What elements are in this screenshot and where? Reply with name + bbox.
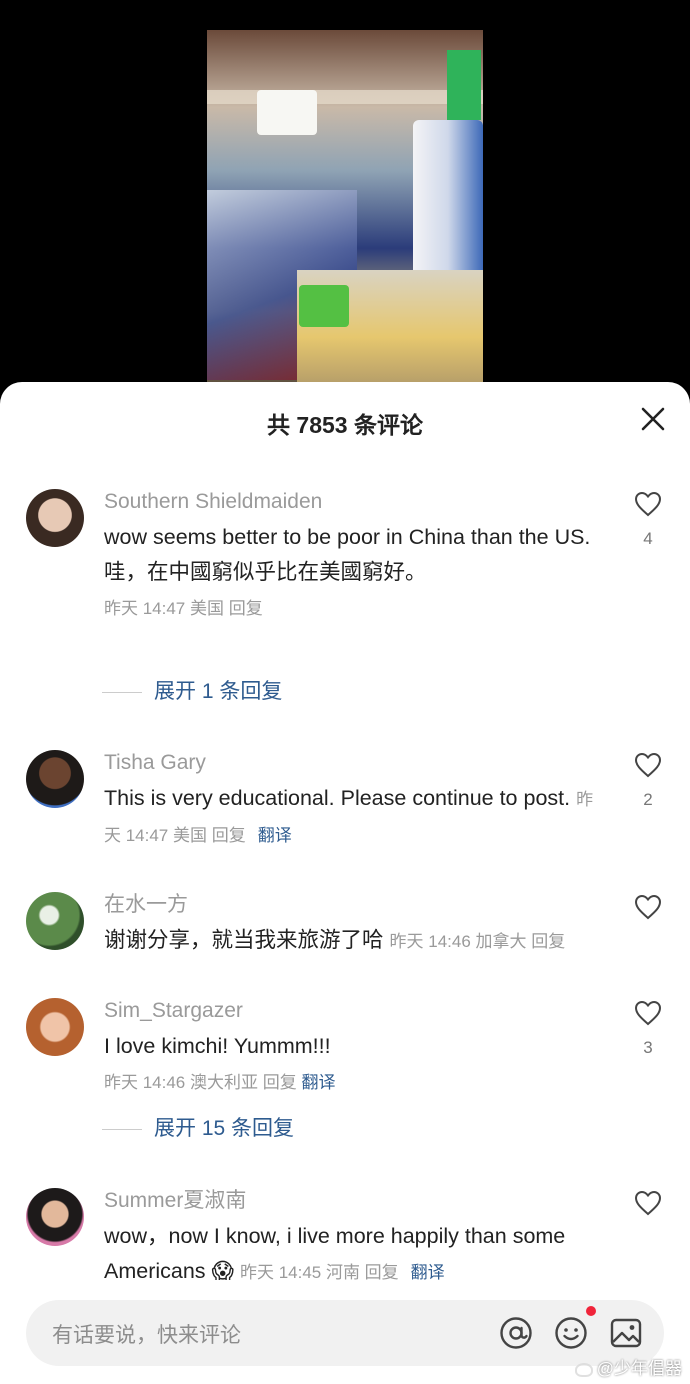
expand-replies-label: 展开 15 条回复 (154, 1117, 295, 1140)
video-qr-stand (299, 285, 349, 327)
avatar[interactable] (26, 892, 84, 950)
comment-translation: 哇，在中國窮似乎比在美國窮好。 (104, 560, 427, 584)
like-count: 4 (643, 529, 653, 548)
translate-button[interactable]: 翻译 (411, 1263, 445, 1282)
like-button[interactable]: 3 (632, 1000, 664, 1058)
comment-meta[interactable]: 昨天 14:46 澳大利亚 回复 (104, 1073, 297, 1092)
comment-meta[interactable]: 昨天 14:46 加拿大 回复 (390, 932, 566, 951)
avatar[interactable] (26, 489, 84, 547)
comment-body: Tisha Gary This is very educational. Ple… (104, 748, 604, 853)
expand-divider (102, 691, 142, 693)
comment-text: This is very educational. Please continu… (104, 786, 571, 810)
sheet-header: 共 7853 条评论 (0, 382, 690, 454)
like-count: 2 (643, 790, 653, 809)
comment-text-block: 谢谢分享，就当我来旅游了哈 昨天 14:46 加拿大 回复 (104, 923, 604, 959)
like-count: 3 (643, 1038, 653, 1057)
expand-replies-label: 展开 1 条回复 (154, 680, 283, 703)
comment-username[interactable]: Summer夏淑南 (104, 1186, 604, 1216)
comment-count-title: 共 7853 条评论 (267, 412, 423, 438)
like-button[interactable] (632, 1190, 664, 1216)
comment-input-placeholder[interactable]: 有话要说，快来评论 (52, 1319, 241, 1349)
like-button[interactable] (632, 894, 664, 920)
comment-meta[interactable]: 昨天 14:47 美国 回复 (104, 596, 604, 622)
comment-input-bar[interactable]: 有话要说，快来评论 (26, 1300, 664, 1366)
like-button[interactable]: 2 (632, 752, 664, 810)
image-icon[interactable] (608, 1315, 644, 1351)
expand-replies[interactable]: 展开 15 条回复 (102, 1112, 294, 1142)
video-qr-sign (447, 50, 481, 120)
video-shelf (207, 90, 483, 104)
comment-text: wow seems better to be poor in China tha… (104, 525, 591, 549)
translate-button[interactable]: 翻译 (258, 826, 292, 845)
heart-icon (634, 752, 662, 778)
comment-text-block: This is very educational. Please continu… (104, 781, 604, 853)
heart-icon (634, 1000, 662, 1026)
comment-body: Sim_Stargazer I love kimchi! Yummm!!! 昨天… (104, 996, 604, 1096)
close-icon[interactable] (638, 404, 668, 434)
comment-meta-row: 昨天 14:46 澳大利亚 回复 翻译 (104, 1070, 604, 1096)
comment-body: Summer夏淑南 wow，now I know, i live more ha… (104, 1186, 604, 1290)
like-button[interactable]: 4 (632, 491, 664, 549)
video-area[interactable] (0, 0, 690, 400)
watermark-text: @少年倡器 (596, 1359, 682, 1378)
video-cans (413, 120, 483, 290)
expand-replies[interactable]: 展开 1 条回复 (102, 675, 282, 705)
comment-body: 在水一方 谢谢分享，就当我来旅游了哈 昨天 14:46 加拿大 回复 (104, 890, 604, 959)
heart-icon (634, 1190, 662, 1216)
scream-emoji: 😱 (211, 1259, 234, 1283)
at-icon[interactable] (498, 1315, 534, 1351)
comment-username[interactable]: 在水一方 (104, 890, 604, 920)
comments-sheet: 共 7853 条评论 Southern Shieldmaiden wow see… (0, 382, 690, 1384)
notification-dot (586, 1306, 596, 1316)
avatar[interactable] (26, 750, 84, 808)
avatar[interactable] (26, 998, 84, 1056)
comment-meta[interactable]: 昨天 14:45 河南 回复 (240, 1263, 399, 1282)
video-bottles (257, 90, 317, 135)
comment-body: Southern Shieldmaiden wow seems better t… (104, 487, 604, 622)
heart-icon (634, 491, 662, 517)
translate-button[interactable]: 翻译 (301, 1073, 335, 1092)
comment-text-block: wow，now I know, i live more happily than… (104, 1219, 604, 1290)
comment-username[interactable]: Tisha Gary (104, 748, 604, 778)
comment-username[interactable]: Southern Shieldmaiden (104, 487, 604, 517)
video-thumbnail[interactable] (207, 30, 483, 382)
expand-divider (102, 1128, 142, 1130)
avatar[interactable] (26, 1188, 84, 1246)
comment-text: I love kimchi! Yummm!!! (104, 1034, 331, 1058)
heart-icon (634, 894, 662, 920)
watermark: @少年倡器 (574, 1354, 682, 1379)
comment-text: 谢谢分享，就当我来旅游了哈 (104, 928, 384, 952)
weibo-icon (574, 1362, 593, 1377)
emoji-icon[interactable] (553, 1315, 589, 1351)
comment-username[interactable]: Sim_Stargazer (104, 996, 604, 1026)
